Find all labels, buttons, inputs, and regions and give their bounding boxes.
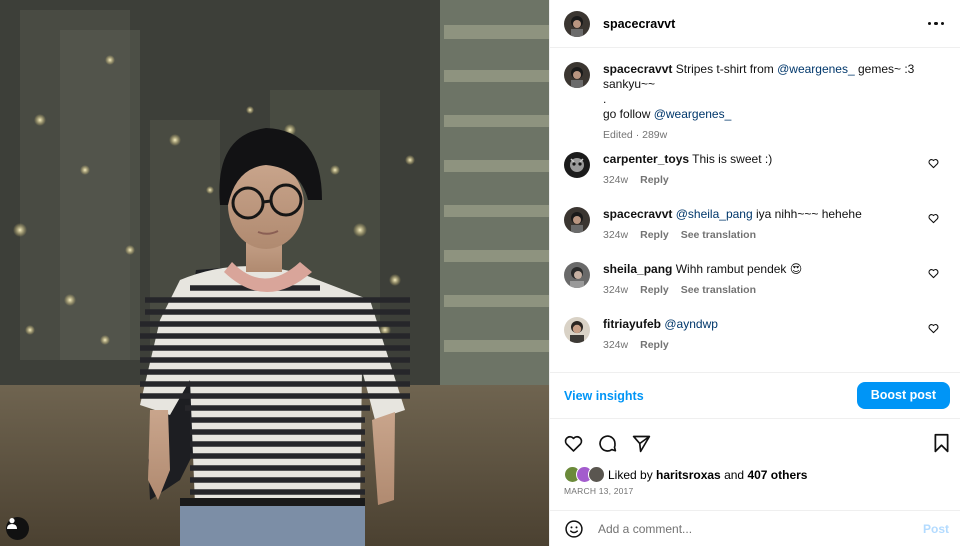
comment-item: spacecravvt @sheila_pang iya nihh~~~ heh…: [564, 207, 946, 262]
caption-username[interactable]: spacecravvt: [603, 62, 672, 76]
comment-username[interactable]: fitriayufeb: [603, 317, 661, 331]
likes-text: Liked by haritsroxas and 407 others: [608, 468, 808, 482]
reply-button[interactable]: Reply: [640, 338, 669, 353]
comment-meta: 324w Reply: [603, 173, 946, 188]
see-translation-button[interactable]: See translation: [681, 283, 756, 298]
see-translation-button[interactable]: See translation: [681, 228, 756, 243]
comment-text: iya nihh~~~ hehehe: [752, 207, 862, 221]
like-comment-heart-icon[interactable]: [928, 213, 939, 224]
avatar[interactable]: [564, 207, 590, 233]
comment-body: spacecravvt @sheila_pang iya nihh~~~ heh…: [603, 207, 946, 243]
user-tag-icon[interactable]: [6, 517, 29, 540]
reply-button[interactable]: Reply: [640, 283, 669, 298]
likes-summary: Liked by haritsroxas and 407 others: [564, 466, 807, 484]
boost-post-button[interactable]: Boost post: [856, 382, 950, 409]
comment-meta: 324w Reply: [603, 338, 946, 353]
post-actions: [563, 430, 951, 456]
comment-body: sheila_pang Wihh rambut pendek 😍 324w Re…: [603, 262, 946, 298]
bookmark-icon[interactable]: [932, 433, 951, 454]
person-icon: [7, 518, 17, 529]
comment-body: fitriayufeb @ayndwp 324w Reply: [603, 317, 946, 353]
comment-item: fitriayufeb @ayndwp 324w Reply: [564, 317, 946, 372]
post-comment-button[interactable]: Post: [923, 522, 949, 536]
post-header: spacecravvt: [550, 0, 960, 48]
reply-button[interactable]: Reply: [640, 228, 669, 243]
avatar[interactable]: [564, 62, 590, 88]
mention-link[interactable]: @ayndwp: [664, 317, 718, 331]
comment-username[interactable]: sheila_pang: [603, 262, 672, 276]
more-icon[interactable]: [926, 18, 947, 30]
insights-bar: View insights Boost post: [550, 372, 960, 419]
avatar[interactable]: [564, 152, 590, 178]
caption-line: .: [603, 92, 607, 106]
avatar: [588, 466, 605, 483]
avatar[interactable]: [564, 10, 590, 37]
comment-meta: 324w Reply See translation: [603, 228, 946, 243]
add-comment-bar: Post: [550, 510, 960, 546]
share-icon[interactable]: [631, 433, 652, 454]
heart-icon[interactable]: [563, 433, 584, 454]
comment-time[interactable]: 324w: [603, 173, 628, 188]
reply-button[interactable]: Reply: [640, 173, 669, 188]
caption-meta: Edited · 289w: [603, 128, 946, 143]
comment-item: carpenter_toys This is sweet :) 324w Rep…: [564, 152, 946, 207]
caption: spacecravvt Stripes t-shirt from @wearge…: [564, 62, 946, 152]
emoji-icon[interactable]: [564, 519, 584, 539]
liker-username[interactable]: haritsroxas: [656, 468, 721, 482]
comment-text: Wihh rambut pendek 😍: [675, 262, 803, 276]
others-link[interactable]: 407 others: [747, 468, 807, 482]
comment-time[interactable]: 324w: [603, 283, 628, 298]
comment-username[interactable]: spacecravvt: [603, 207, 672, 221]
caption-body: spacecravvt Stripes t-shirt from @wearge…: [603, 62, 946, 143]
like-comment-heart-icon[interactable]: [928, 268, 939, 279]
caption-line: go follow @weargenes_: [603, 107, 732, 121]
post-modal: spacecravvt spacecravvt Stripes t-shirt …: [0, 0, 960, 546]
post-sidebar: spacecravvt spacecravvt Stripes t-shirt …: [549, 0, 960, 546]
photo-scene: [0, 0, 549, 546]
view-insights-link[interactable]: View insights: [564, 389, 644, 403]
comments-list: spacecravvt Stripes t-shirt from @wearge…: [550, 49, 960, 372]
comment-time[interactable]: 324w: [603, 338, 628, 353]
comment-time[interactable]: 324w: [603, 228, 628, 243]
post-username[interactable]: spacecravvt: [603, 17, 675, 31]
avatar[interactable]: [564, 262, 590, 288]
comment-item: sheila_pang Wihh rambut pendek 😍 324w Re…: [564, 262, 946, 317]
post-date[interactable]: MARCH 13, 2017: [564, 486, 633, 496]
comment-meta: 324w Reply See translation: [603, 283, 946, 298]
comment-username[interactable]: carpenter_toys: [603, 152, 689, 166]
edited-time: Edited · 289w: [603, 129, 668, 141]
mention-link[interactable]: @weargenes_: [654, 107, 732, 121]
post-photo[interactable]: [0, 0, 549, 546]
like-comment-heart-icon[interactable]: [928, 158, 939, 169]
like-comment-heart-icon[interactable]: [928, 323, 939, 334]
comment-text: This is sweet :): [692, 152, 773, 166]
liker-avatars[interactable]: [564, 466, 608, 484]
mention-link[interactable]: @weargenes_: [777, 62, 855, 76]
comment-icon[interactable]: [597, 433, 618, 454]
comment-input[interactable]: [598, 521, 923, 536]
mention-link[interactable]: @sheila_pang: [676, 207, 753, 221]
comment-body: carpenter_toys This is sweet :) 324w Rep…: [603, 152, 946, 188]
avatar[interactable]: [564, 317, 590, 343]
